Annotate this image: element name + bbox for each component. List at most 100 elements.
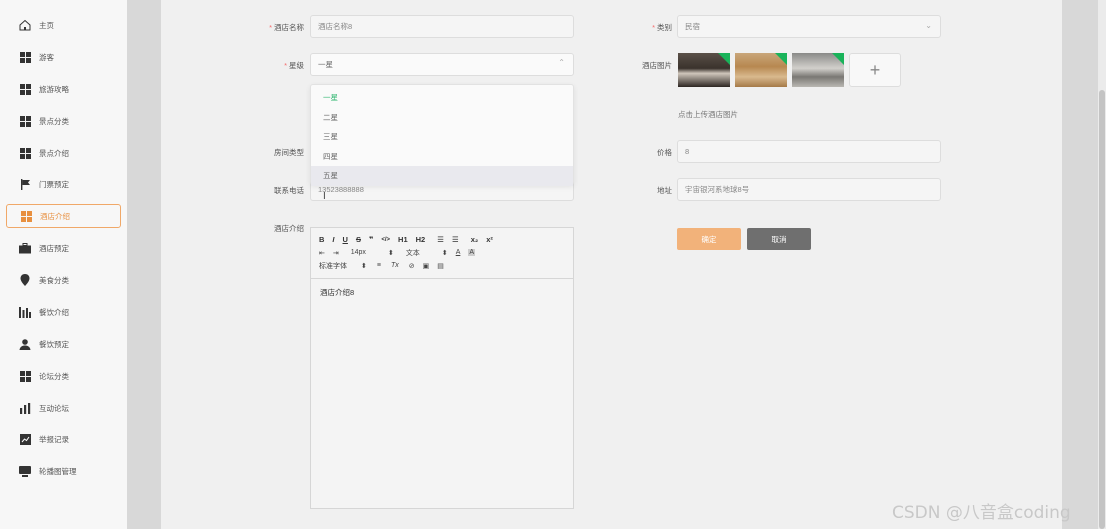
category-label: * 类别 (652, 23, 672, 32)
editor-content[interactable]: 酒店介绍8 (311, 279, 573, 306)
star-rating-dropdown: 一星 二星 三星 四星 五星 (310, 84, 574, 186)
sidebar-item-ticket-booking[interactable]: 门票预定 (6, 172, 121, 196)
address-input[interactable]: 宇宙银河系地球8号 (677, 178, 941, 201)
sidebar: 主页 游客 旅游攻略 景点分类 景点介绍 门票预定 酒店介绍 酒店预定 美食分类… (0, 0, 127, 529)
grid-icon (19, 115, 31, 127)
star-option[interactable]: 一星 (311, 88, 573, 108)
sidebar-item-label: 旅游攻略 (39, 84, 69, 94)
confirm-button[interactable]: 确定 (677, 228, 741, 250)
main-panel (161, 0, 1062, 529)
superscript-button[interactable]: x² (486, 235, 493, 244)
sidebar-item-label: 门票预定 (39, 179, 69, 189)
address-label: 地址 (657, 186, 672, 195)
chevron-updown-icon: ⬍ (441, 249, 448, 257)
home-icon (19, 19, 31, 31)
text-cursor-icon: I (323, 191, 326, 202)
blockquote-button[interactable]: ❞ (369, 235, 373, 244)
sidebar-item-scenic-categories[interactable]: 景点分类 (6, 109, 121, 133)
rich-text-editor: B I U S ❞ </> H1 H2 ☰ ☰ x₂ x² ⇤ ⇥ 14px ⬍… (310, 227, 574, 509)
room-type-label: 房间类型 (274, 148, 304, 157)
hotel-name-label: * 酒店名称 (269, 23, 304, 32)
chevron-updown-icon: ⬍ (387, 249, 394, 257)
scrollbar[interactable] (1098, 0, 1106, 529)
sidebar-item-label: 酒店介绍 (40, 211, 70, 221)
sidebar-item-home[interactable]: 主页 (6, 13, 121, 37)
upload-hint: 点击上传酒店图片 (678, 110, 738, 119)
star-option[interactable]: 四星 (311, 147, 573, 167)
upload-image-button[interactable]: + (849, 53, 901, 87)
sidebar-item-label: 景点介绍 (39, 148, 69, 158)
italic-button[interactable]: I (332, 235, 334, 244)
plus-icon: + (869, 59, 881, 80)
cancel-button[interactable]: 取消 (747, 228, 811, 250)
category-select[interactable]: 民宿 ⌄ (677, 15, 941, 38)
bold-button[interactable]: B (319, 235, 324, 244)
sidebar-item-dining-intro[interactable]: 餐饮介绍 (6, 300, 121, 324)
upload-success-badge (718, 53, 730, 65)
upload-success-badge (775, 53, 787, 65)
sidebar-item-label: 举报记录 (39, 434, 69, 444)
chevron-down-icon: ⌄ (925, 21, 932, 30)
hotel-image-thumbnail[interactable] (678, 53, 730, 87)
indent-button[interactable]: ⇥ (333, 249, 339, 257)
right-gutter (1062, 0, 1098, 529)
code-block-button[interactable]: </> (381, 237, 390, 243)
chevron-up-icon: ⌃ (558, 58, 565, 67)
scrollbar-thumb[interactable] (1099, 90, 1105, 529)
bar-chart-icon (19, 402, 31, 414)
subscript-button[interactable]: x₂ (471, 235, 479, 244)
bullet-list-button[interactable]: ☰ (452, 235, 459, 244)
user-icon (19, 338, 31, 350)
header-format-select[interactable]: 文本 (406, 248, 420, 258)
sidebar-item-tourists[interactable]: 游客 (6, 45, 121, 69)
font-color-button[interactable]: A (456, 249, 461, 256)
chevron-updown-icon: ⬍ (361, 262, 367, 270)
left-gutter (127, 0, 161, 529)
outdent-button[interactable]: ⇤ (319, 249, 325, 257)
heading1-button[interactable]: H1 (398, 235, 408, 244)
hotel-intro-label: 酒店介绍 (274, 224, 304, 233)
star-rating-label: * 星级 (284, 61, 304, 70)
hotel-image-list: + (678, 53, 901, 87)
hotel-image-thumbnail[interactable] (735, 53, 787, 87)
font-family-select[interactable]: 标准字体 (319, 261, 347, 271)
price-label: 价格 (657, 148, 672, 157)
background-color-button[interactable]: A (468, 249, 476, 256)
watermark: CSDN @八音盒coding (892, 503, 1071, 523)
hotel-name-input[interactable]: 酒店名称8 (310, 15, 574, 38)
sidebar-item-label: 餐饮预定 (39, 339, 69, 349)
star-option[interactable]: 五星 (311, 166, 573, 186)
grid-icon (20, 210, 32, 222)
hotel-image-thumbnail[interactable] (792, 53, 844, 87)
monitor-icon (19, 465, 31, 477)
image-button[interactable]: ▣ (423, 262, 430, 270)
sidebar-item-forum[interactable]: 互动论坛 (6, 396, 121, 420)
clear-format-button[interactable]: Tx (391, 262, 399, 269)
sidebar-item-carousel[interactable]: 轮播图管理 (6, 459, 121, 483)
sidebar-item-reports[interactable]: 举报记录 (6, 427, 121, 451)
sidebar-item-label: 轮播图管理 (39, 466, 77, 476)
flag-icon (19, 178, 31, 190)
star-option[interactable]: 三星 (311, 127, 573, 147)
sidebar-item-forum-categories[interactable]: 论坛分类 (6, 364, 121, 388)
star-rating-select[interactable]: 一星 ⌃ (310, 53, 574, 76)
video-button[interactable]: ▤ (437, 262, 444, 270)
strike-button[interactable]: S (356, 235, 361, 244)
sidebar-item-food-categories[interactable]: 美食分类 (6, 268, 121, 292)
ordered-list-button[interactable]: ☰ (437, 235, 444, 244)
upload-success-badge (832, 53, 844, 65)
heading2-button[interactable]: H2 (416, 235, 426, 244)
hotel-images-label: 酒店图片 (642, 61, 672, 70)
star-option[interactable]: 二星 (311, 108, 573, 128)
sidebar-item-hotel-booking[interactable]: 酒店预定 (6, 236, 121, 260)
sidebar-item-hotel-intro[interactable]: 酒店介绍 (6, 204, 121, 228)
editor-toolbar: B I U S ❞ </> H1 H2 ☰ ☰ x₂ x² ⇤ ⇥ 14px ⬍… (311, 228, 573, 279)
sidebar-item-travel-guides[interactable]: 旅游攻略 (6, 77, 121, 101)
sidebar-item-dining-booking[interactable]: 餐饮预定 (6, 332, 121, 356)
align-button[interactable]: ≡ (377, 262, 381, 269)
sidebar-item-scenic-intro[interactable]: 景点介绍 (6, 141, 121, 165)
font-size-select[interactable]: 14px (351, 249, 366, 256)
link-button[interactable]: ⊘ (409, 262, 415, 270)
underline-button[interactable]: U (343, 235, 348, 244)
price-input[interactable]: 8 (677, 140, 941, 163)
